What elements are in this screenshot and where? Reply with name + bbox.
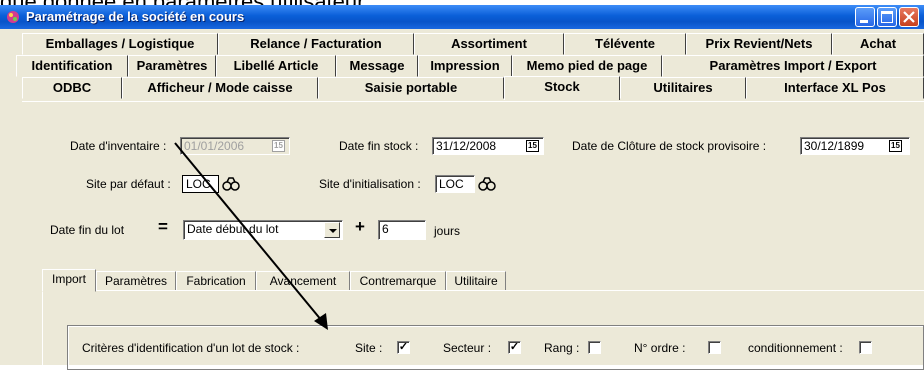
conditionnement-checkbox[interactable]	[859, 341, 872, 354]
site-defaut-label: Site par défaut :	[86, 177, 171, 191]
jours-label: jours	[434, 224, 461, 238]
maximize-icon	[881, 11, 893, 23]
ordre-checkbox[interactable]	[708, 341, 721, 354]
tab-odbc[interactable]: ODBC	[22, 77, 122, 99]
subtab-contremarque[interactable]: Contremarque	[350, 271, 446, 291]
site-defaut-field[interactable]: LOC	[182, 175, 219, 193]
subtab-import[interactable]: Import	[42, 269, 96, 292]
ordre-checkbox-label: N° ordre :	[634, 341, 686, 355]
date-fin-stock-label: Date fin stock :	[339, 139, 419, 153]
tab-memo-pied-de-page[interactable]: Memo pied de page	[512, 55, 662, 77]
tab-panel-border	[22, 101, 924, 102]
tab-saisie-portable[interactable]: Saisie portable	[318, 77, 504, 99]
title-bar[interactable]: Paramétrage de la société en cours	[0, 5, 924, 29]
tab-assortiment[interactable]: Assortiment	[414, 33, 564, 55]
date-debut-lot-select[interactable]: Date début du lot	[183, 220, 343, 240]
calendar-icon: 15	[272, 140, 285, 152]
tab-row-2: Identification Paramètres Libellé Articl…	[16, 55, 924, 77]
minimize-icon	[860, 20, 868, 23]
window-title: Paramétrage de la société en cours	[26, 9, 245, 24]
settings-window: Paramétrage de la société en cours Embal…	[0, 5, 924, 370]
tab-stock[interactable]: Stock	[504, 76, 620, 100]
check-icon: ✓	[398, 341, 409, 353]
tab-impression[interactable]: Impression	[418, 55, 512, 77]
tab-afficheur-mode-caisse[interactable]: Afficheur / Mode caisse	[122, 77, 318, 99]
subtab-avancement[interactable]: Avancement	[256, 271, 350, 291]
conditionnement-checkbox-label: conditionnement :	[748, 341, 843, 355]
plus-sign: +	[355, 217, 365, 236]
date-inventaire-label: Date d'inventaire :	[70, 139, 167, 153]
app-icon	[7, 11, 19, 23]
tab-interface-xl-pos[interactable]: Interface XL Pos	[746, 77, 924, 99]
subtab-parametres[interactable]: Paramètres	[96, 271, 176, 291]
chevron-down-icon[interactable]	[324, 222, 340, 238]
tab-achat[interactable]: Achat	[832, 33, 924, 55]
calendar-icon[interactable]: 15	[889, 140, 902, 152]
tab-row-1: Emballages / Logistique Relance / Factur…	[22, 33, 924, 55]
rang-checkbox[interactable]	[588, 341, 601, 354]
minimize-button[interactable]	[855, 7, 875, 27]
subtab-utilitaire[interactable]: Utilitaire	[446, 271, 506, 291]
equals-sign: =	[158, 217, 168, 236]
secteur-checkbox[interactable]: ✓	[508, 341, 521, 354]
site-init-label: Site d'initialisation :	[319, 177, 421, 191]
binoculars-icon[interactable]	[222, 176, 240, 192]
site-init-field[interactable]: LOC	[435, 175, 475, 193]
tab-emballages-logistique[interactable]: Emballages / Logistique	[22, 33, 218, 55]
site-checkbox-label: Site :	[355, 341, 383, 355]
tab-parametres-import-export[interactable]: Paramètres Import / Export	[662, 55, 924, 77]
tab-message[interactable]: Message	[336, 55, 418, 77]
rang-checkbox-label: Rang :	[544, 341, 580, 355]
calendar-icon[interactable]: 15	[526, 140, 539, 152]
site-checkbox[interactable]: ✓	[397, 341, 410, 354]
binoculars-icon[interactable]	[478, 176, 496, 192]
tab-libelle-article[interactable]: Libellé Article	[216, 55, 336, 77]
date-cloture-label: Date de Clôture de stock provisoire :	[572, 139, 767, 153]
tab-utilitaires[interactable]: Utilitaires	[620, 77, 746, 99]
secteur-checkbox-label: Secteur :	[443, 341, 492, 355]
tab-relance-facturation[interactable]: Relance / Facturation	[218, 33, 414, 55]
maximize-button[interactable]	[877, 7, 897, 27]
tab-identification[interactable]: Identification	[16, 55, 128, 77]
close-button[interactable]	[899, 7, 919, 27]
subtab-fabrication[interactable]: Fabrication	[176, 271, 256, 291]
tab-televente[interactable]: Télévente	[564, 33, 686, 55]
criteres-label: Critères d'identification d'un lot de st…	[82, 341, 300, 355]
date-fin-lot-label: Date fin du lot	[50, 223, 125, 237]
jours-field[interactable]: 6	[378, 220, 426, 240]
date-debut-lot-value: Date début du lot	[187, 222, 279, 236]
check-icon: ✓	[509, 341, 520, 353]
close-icon	[903, 11, 915, 23]
tab-row-3: ODBC Afficheur / Mode caisse Saisie port…	[22, 76, 924, 100]
tab-prix-revient-nets[interactable]: Prix Revient/Nets	[686, 33, 832, 55]
tab-parametres[interactable]: Paramètres	[128, 55, 216, 77]
